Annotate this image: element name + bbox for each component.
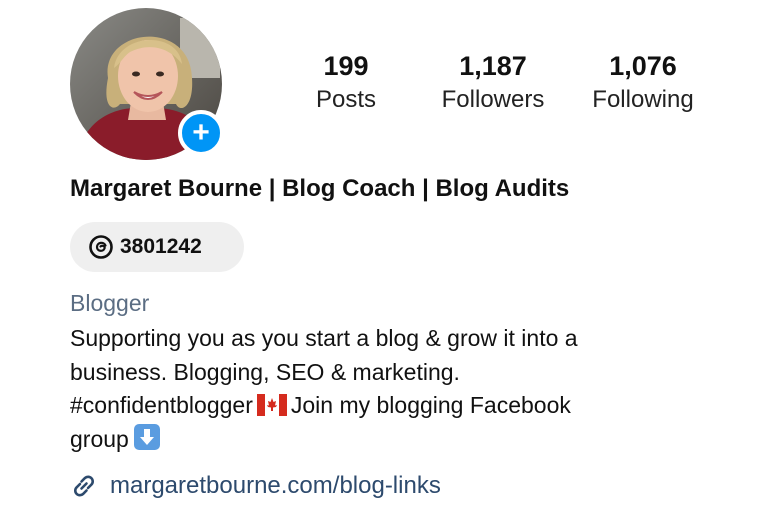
following-count: 1,076 bbox=[609, 51, 677, 81]
followers-label: Followers bbox=[441, 86, 545, 113]
profile-category: Blogger bbox=[70, 290, 150, 316]
threads-badge-button[interactable]: 3801242 bbox=[70, 222, 244, 272]
canada-flag-icon bbox=[256, 394, 287, 416]
bio-line: Supporting you as you start a blog & gro… bbox=[70, 325, 578, 351]
threads-icon bbox=[89, 235, 113, 259]
followers-count: 1,187 bbox=[459, 51, 527, 81]
threads-count: 3801242 bbox=[120, 235, 202, 258]
bio-line: #confidentblogger Join my blogging Facebo… bbox=[70, 389, 710, 423]
profile-bio: Supporting you as you start a blog & gro… bbox=[70, 322, 710, 456]
followers-stat[interactable]: 1,187 Followers bbox=[430, 50, 556, 116]
bio-text: Join my blogging Facebook bbox=[290, 392, 571, 418]
profile-name: Margaret Bourne | Blog Coach | Blog Audi… bbox=[70, 175, 570, 202]
add-story-button[interactable]: + bbox=[178, 110, 224, 156]
profile-link[interactable]: margaretbourne.com/blog-links bbox=[68, 470, 441, 502]
posts-label: Posts bbox=[315, 86, 377, 113]
bio-line: group bbox=[70, 423, 710, 457]
link-text[interactable]: margaretbourne.com/blog-links bbox=[110, 472, 441, 500]
avatar-container: + bbox=[70, 8, 224, 160]
profile-header: + 199 Posts 1,187 Followers 1,076 Follow… bbox=[0, 0, 768, 512]
profile-stats: 199 Posts 1,187 Followers 1,076 Followin… bbox=[300, 50, 710, 120]
following-stat[interactable]: 1,076 Following bbox=[580, 50, 706, 116]
plus-icon: + bbox=[192, 116, 210, 149]
hashtag-link[interactable]: #confidentblogger bbox=[70, 392, 253, 418]
down-arrow-icon bbox=[133, 423, 160, 450]
bio-line: business. Blogging, SEO & marketing. bbox=[70, 358, 460, 385]
following-label: Following bbox=[592, 86, 694, 113]
link-icon bbox=[74, 475, 94, 497]
posts-stat[interactable]: 199 Posts bbox=[300, 50, 392, 116]
bio-text: group bbox=[70, 425, 129, 452]
posts-count: 199 bbox=[323, 51, 369, 81]
